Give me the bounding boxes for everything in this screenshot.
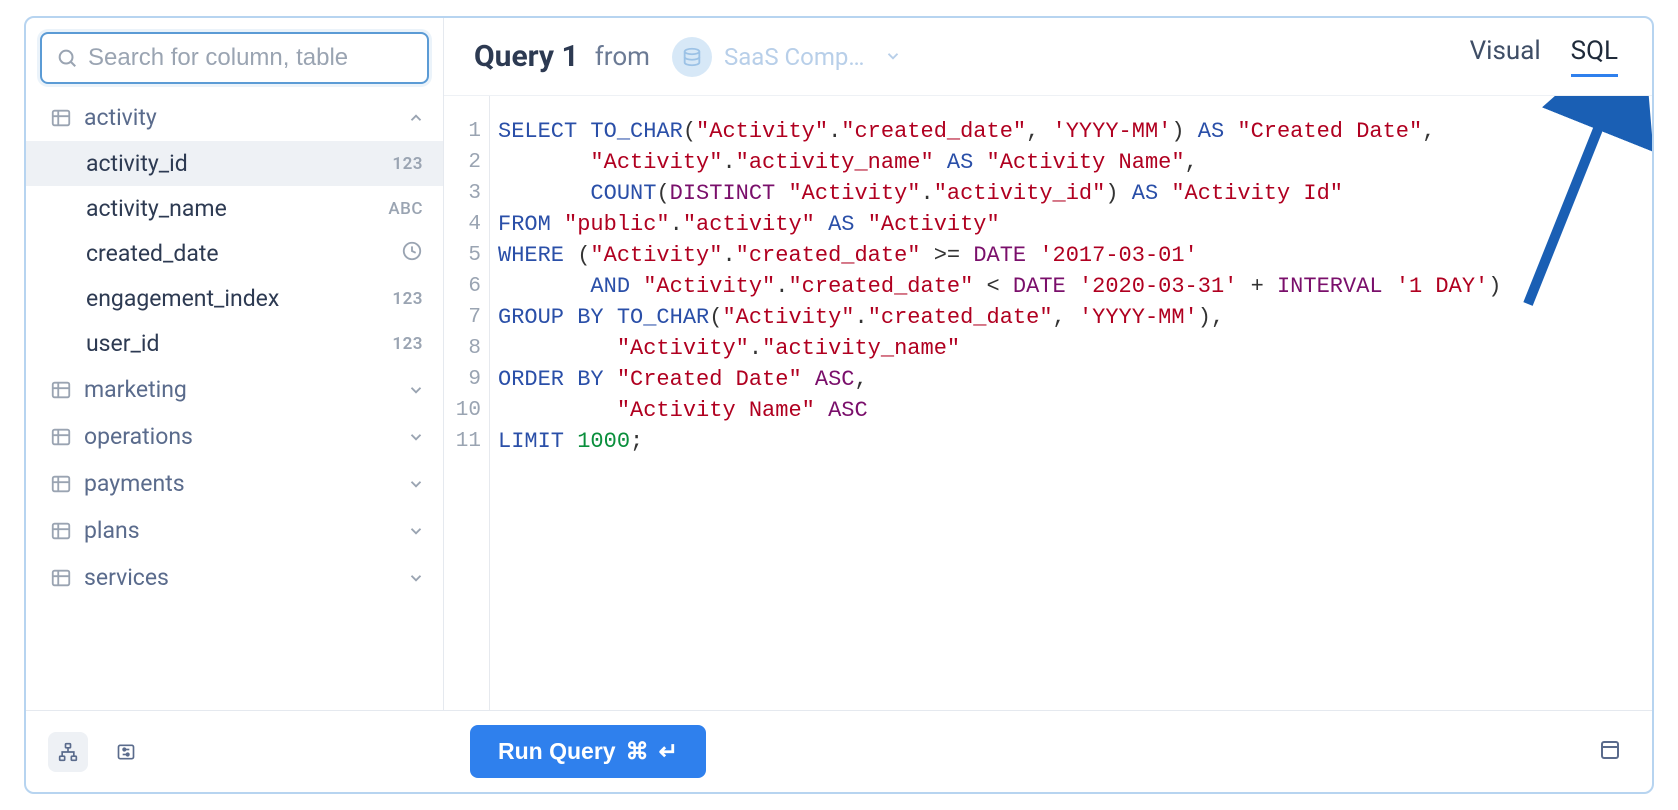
footer-bar: Run Query ⌘ ↵ bbox=[26, 710, 1652, 792]
panel-icon bbox=[1598, 738, 1622, 762]
footer-left bbox=[26, 732, 444, 772]
column-row-user_id[interactable]: user_id123 bbox=[26, 321, 443, 366]
database-icon bbox=[672, 37, 712, 77]
column-type: ABC bbox=[375, 199, 423, 219]
line-number: 11 bbox=[444, 426, 489, 457]
table-row-plans[interactable]: plans bbox=[26, 507, 443, 554]
line-number: 1 bbox=[444, 116, 489, 147]
table-row-payments[interactable]: payments bbox=[26, 460, 443, 507]
column-row-activity_id[interactable]: activity_id123 bbox=[26, 141, 443, 186]
sliders-icon bbox=[116, 742, 136, 762]
column-type: 123 bbox=[375, 289, 423, 309]
schema-sidebar: activityactivity_id123activity_nameABCcr… bbox=[26, 18, 444, 710]
table-icon bbox=[50, 473, 72, 495]
line-number: 6 bbox=[444, 271, 489, 302]
line-number: 4 bbox=[444, 209, 489, 240]
table-icon bbox=[50, 567, 72, 589]
main-row: activityactivity_id123activity_nameABCcr… bbox=[26, 18, 1652, 710]
chevron-down-icon bbox=[884, 43, 902, 71]
line-number: 9 bbox=[444, 364, 489, 395]
shortcut-cmd: ⌘ bbox=[626, 738, 649, 765]
tab-sql[interactable]: SQL bbox=[1571, 36, 1618, 77]
settings-toggle-button[interactable] bbox=[106, 732, 146, 772]
clock-icon bbox=[401, 240, 423, 262]
schema-tree[interactable]: activityactivity_id123activity_nameABCcr… bbox=[26, 94, 443, 710]
column-name: created_date bbox=[86, 240, 375, 267]
table-icon bbox=[50, 520, 72, 542]
column-type bbox=[375, 240, 423, 267]
footer-right bbox=[1598, 738, 1652, 766]
query-title: Query 1 bbox=[474, 39, 579, 74]
run-query-button[interactable]: Run Query ⌘ ↵ bbox=[470, 725, 706, 778]
column-row-activity_name[interactable]: activity_nameABC bbox=[26, 186, 443, 231]
code-area[interactable]: SELECT TO_CHAR("Activity"."created_date"… bbox=[490, 96, 1652, 710]
column-name: activity_id bbox=[86, 150, 375, 177]
shortcut-enter: ↵ bbox=[659, 738, 678, 765]
table-row-services[interactable]: services bbox=[26, 554, 443, 601]
run-label: Run Query bbox=[498, 738, 616, 765]
chevron-up-icon bbox=[407, 109, 425, 127]
line-number: 2 bbox=[444, 147, 489, 178]
chevron-down-icon bbox=[407, 381, 425, 399]
table-icon bbox=[50, 426, 72, 448]
code-line: SELECT TO_CHAR("Activity"."created_date"… bbox=[498, 116, 1642, 147]
code-line: ORDER BY "Created Date" ASC, bbox=[498, 364, 1642, 395]
column-type: 123 bbox=[375, 154, 423, 174]
column-type: 123 bbox=[375, 334, 423, 354]
schema-toggle-button[interactable] bbox=[48, 732, 88, 772]
chevron-down-icon bbox=[407, 522, 425, 540]
search-input[interactable] bbox=[88, 44, 413, 72]
search-box[interactable] bbox=[40, 32, 429, 84]
search-icon bbox=[56, 47, 78, 69]
table-name: operations bbox=[84, 423, 395, 450]
chevron-down-icon bbox=[407, 569, 425, 587]
table-name: activity bbox=[84, 104, 395, 131]
panel-toggle-button[interactable] bbox=[1598, 738, 1622, 766]
line-number: 10 bbox=[444, 395, 489, 426]
footer-main: Run Query ⌘ ↵ bbox=[444, 725, 1598, 778]
chevron-down-icon bbox=[407, 428, 425, 446]
table-name: payments bbox=[84, 470, 395, 497]
column-row-engagement_index[interactable]: engagement_index123 bbox=[26, 276, 443, 321]
chevron-down-icon bbox=[407, 475, 425, 493]
table-name: marketing bbox=[84, 376, 395, 403]
table-row-operations[interactable]: operations bbox=[26, 413, 443, 460]
line-number: 7 bbox=[444, 302, 489, 333]
code-line: FROM "public"."activity" AS "Activity" bbox=[498, 209, 1642, 240]
line-number: 3 bbox=[444, 178, 489, 209]
content-area: Query 1 from SaaS Comp… Visual SQL bbox=[444, 18, 1652, 710]
query-header: Query 1 from SaaS Comp… Visual SQL bbox=[444, 18, 1652, 96]
sql-editor[interactable]: 1234567891011 SELECT TO_CHAR("Activity".… bbox=[444, 96, 1652, 710]
code-line: COUNT(DISTINCT "Activity"."activity_id")… bbox=[498, 178, 1642, 209]
line-number: 5 bbox=[444, 240, 489, 271]
table-row-activity[interactable]: activity bbox=[26, 94, 443, 141]
code-line: "Activity"."activity_name" AS "Activity … bbox=[498, 147, 1642, 178]
code-line: LIMIT 1000; bbox=[498, 426, 1642, 457]
code-line: "Activity"."activity_name" bbox=[498, 333, 1642, 364]
line-number: 8 bbox=[444, 333, 489, 364]
from-label: from bbox=[595, 42, 650, 72]
database-name: SaaS Comp… bbox=[724, 43, 864, 71]
code-line: AND "Activity"."created_date" < DATE '20… bbox=[498, 271, 1642, 302]
table-name: services bbox=[84, 564, 395, 591]
column-name: user_id bbox=[86, 330, 375, 357]
table-row-marketing[interactable]: marketing bbox=[26, 366, 443, 413]
code-line: WHERE ("Activity"."created_date" >= DATE… bbox=[498, 240, 1642, 271]
column-name: engagement_index bbox=[86, 285, 375, 312]
column-row-created_date[interactable]: created_date bbox=[26, 231, 443, 276]
tab-visual[interactable]: Visual bbox=[1470, 36, 1541, 77]
code-line: GROUP BY TO_CHAR("Activity"."created_dat… bbox=[498, 302, 1642, 333]
column-name: activity_name bbox=[86, 195, 375, 222]
table-icon bbox=[50, 107, 72, 129]
code-line: "Activity Name" ASC bbox=[498, 395, 1642, 426]
table-name: plans bbox=[84, 517, 395, 544]
tree-icon bbox=[58, 742, 78, 762]
table-icon bbox=[50, 379, 72, 401]
line-gutter: 1234567891011 bbox=[444, 96, 490, 710]
app-frame: activityactivity_id123activity_nameABCcr… bbox=[24, 16, 1654, 794]
search-wrap bbox=[26, 18, 443, 94]
database-selector[interactable]: SaaS Comp… bbox=[672, 37, 902, 77]
mode-tabs: Visual SQL bbox=[1470, 36, 1618, 77]
